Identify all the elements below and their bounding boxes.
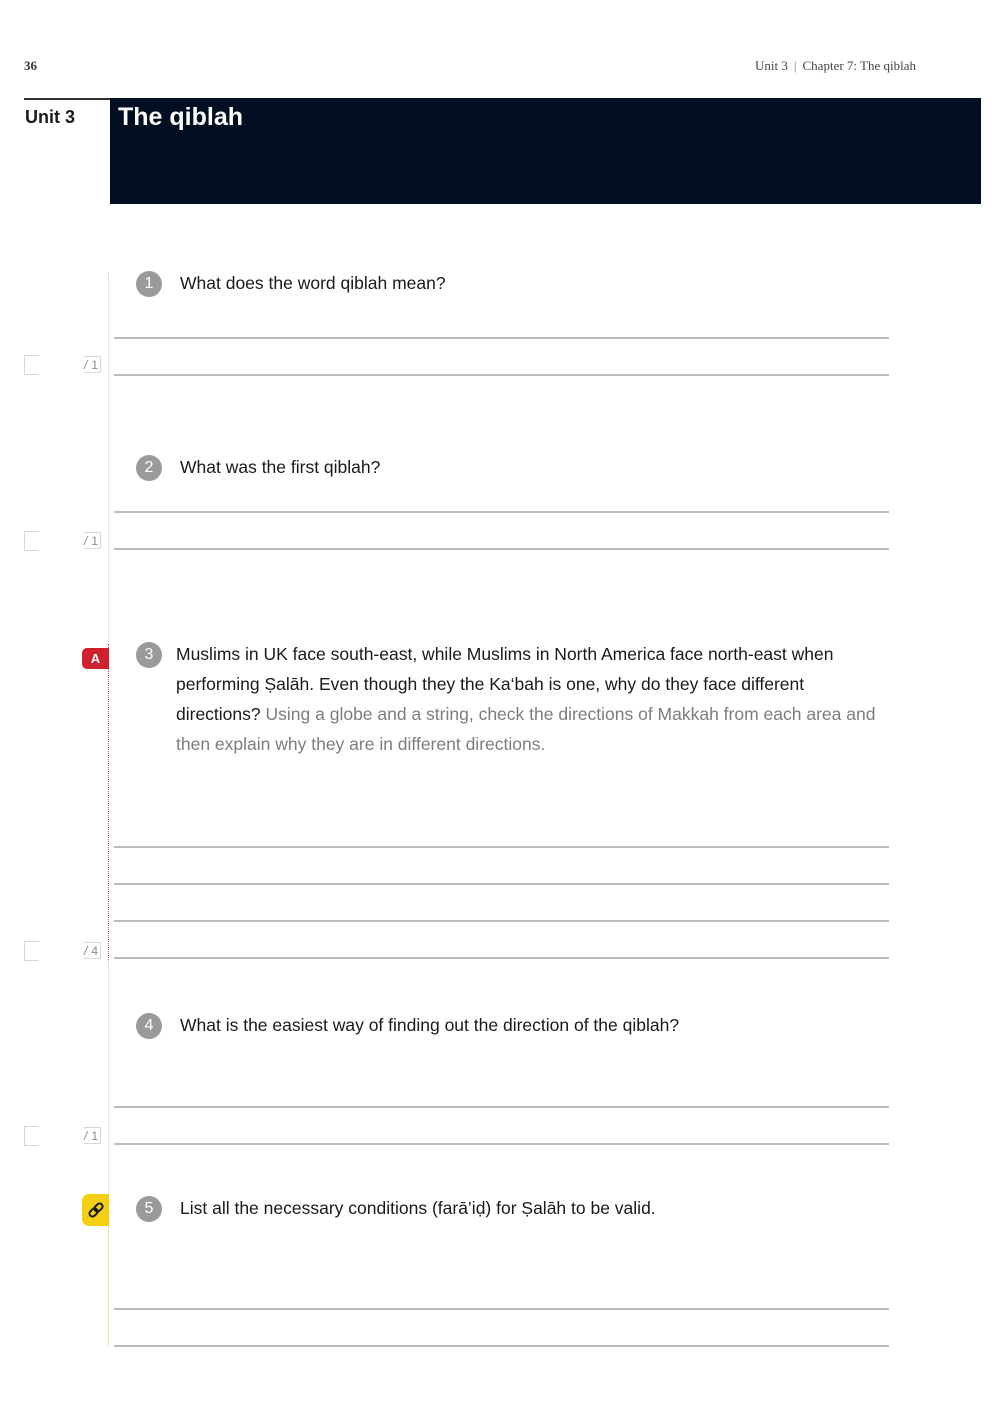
answer-line[interactable] <box>114 1106 889 1108</box>
score-input[interactable] <box>24 1126 39 1146</box>
link-tab <box>82 1194 109 1226</box>
answer-line[interactable] <box>114 337 889 339</box>
score-input[interactable] <box>24 355 39 375</box>
score-box[interactable]: /1 <box>24 1126 102 1146</box>
question-text: What does the word qiblah mean? <box>180 273 446 293</box>
link-icon <box>87 1202 104 1218</box>
answer-line[interactable] <box>114 846 889 848</box>
chapter-reference: Unit 3 | Chapter 7: The qiblah <box>755 58 916 74</box>
score-total: /1 <box>84 1127 102 1144</box>
question-text: List all the necessary conditions (farā’… <box>180 1198 656 1218</box>
question-text: What was the first qiblah? <box>180 457 381 477</box>
question-hint-text: Using a globe and a string, check the di… <box>176 704 876 754</box>
score-box[interactable]: /1 <box>24 355 102 375</box>
activity-tab-a: A <box>82 648 109 669</box>
unit-label: Unit 3 <box>25 107 76 127</box>
page-number: 36 <box>24 58 37 73</box>
score-box[interactable]: /4 <box>24 941 102 961</box>
margin-line <box>108 960 109 1194</box>
question-number-badge: 5 <box>136 1196 162 1222</box>
question-number-badge: 4 <box>136 1013 162 1039</box>
chapter-title: Chapter 7: The qiblah <box>802 58 916 73</box>
score-total: /1 <box>84 356 102 373</box>
separator: | <box>793 58 797 73</box>
score-input[interactable] <box>24 941 39 961</box>
margin-line <box>108 272 109 644</box>
answer-line[interactable] <box>114 1143 889 1145</box>
answer-line[interactable] <box>114 374 889 376</box>
score-input[interactable] <box>24 531 39 551</box>
answer-line[interactable] <box>114 548 889 550</box>
unit-ref: Unit 3 <box>755 58 788 73</box>
question-number-badge: 1 <box>136 271 162 297</box>
question-number-badge: 3 <box>136 642 162 668</box>
score-total: /1 <box>84 532 102 549</box>
question-text: Muslims in UK face south-east, while Mus… <box>176 639 888 759</box>
answer-line[interactable] <box>114 1345 889 1347</box>
answer-line[interactable] <box>114 920 889 922</box>
margin-line-red <box>108 644 109 960</box>
answer-line[interactable] <box>114 883 889 885</box>
score-box[interactable]: /1 <box>24 531 102 551</box>
header-rule <box>24 98 110 100</box>
score-total: /4 <box>84 942 102 959</box>
question-number-badge: 2 <box>136 455 162 481</box>
answer-line[interactable] <box>114 957 889 959</box>
page-title: The qiblah <box>118 103 243 131</box>
question-text: What is the easiest way of finding out t… <box>180 1015 680 1035</box>
title-band: The qiblah <box>110 98 981 204</box>
answer-line[interactable] <box>114 1308 889 1310</box>
answer-line[interactable] <box>114 511 889 513</box>
